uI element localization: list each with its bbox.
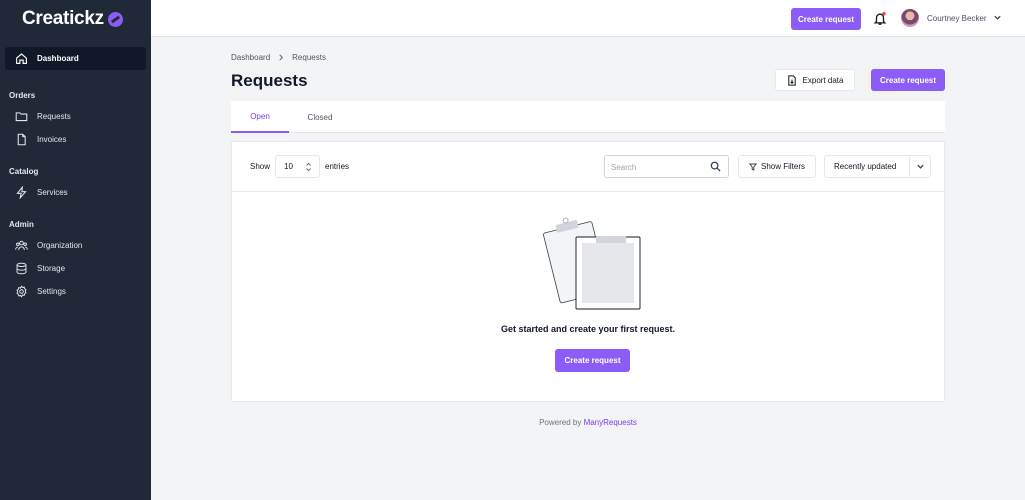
search-icon[interactable] [710,161,721,172]
brand-name: Creatickz [22,7,104,29]
sidebar-section-orders: Orders [9,90,36,100]
topbar: Create request Courtney Becker [151,0,1025,37]
tab-open[interactable]: Open [231,101,289,133]
breadcrumb-item-requests[interactable]: Requests [292,53,326,62]
chevron-right-icon [279,54,284,61]
home-icon [16,53,27,64]
sidebar-item-label: Services [37,188,68,197]
search-input[interactable] [611,160,706,174]
sidebar-section-catalog: Catalog [9,166,39,176]
request-tabs: Open Closed [231,101,945,133]
sidebar-item-storage[interactable]: Storage [5,257,146,280]
updown-icon [306,162,311,172]
logo-mark-icon [107,11,123,27]
footer: Powered by ManyRequests [231,418,945,427]
sidebar-item-settings[interactable]: Settings [5,280,146,303]
sidebar-section-admin: Admin [9,219,34,229]
user-name[interactable]: Courtney Becker [927,14,987,23]
sidebar-item-dashboard[interactable]: Dashboard [5,47,146,70]
chevron-down-icon [916,164,924,169]
gear-icon [16,285,27,298]
requests-card: Show 10 entries Show Filters Recently up… [231,141,945,402]
export-data-label: Export data [802,75,844,85]
show-filters-button[interactable]: Show Filters [738,155,816,178]
brand-logo[interactable]: Creatickz [0,0,151,37]
topbar-create-request-button[interactable]: Create request [791,8,861,30]
search-box [604,155,729,178]
sidebar-item-requests[interactable]: Requests [5,105,146,128]
chevron-down-icon[interactable] [993,13,1002,22]
entries-select[interactable]: 10 [275,155,320,178]
breadcrumb-item-dashboard[interactable]: Dashboard [231,53,270,62]
sidebar-item-label: Dashboard [37,54,79,63]
show-label: Show [250,162,271,171]
folder-icon [15,112,28,122]
sidebar-item-label: Storage [37,264,66,273]
sidebar-item-label: Settings [37,287,66,296]
sidebar-item-label: Invoices [37,135,67,144]
footer-prefix: Powered by [539,418,582,427]
users-icon [15,240,28,251]
export-data-button[interactable]: Export data [775,69,855,91]
sidebar-item-invoices[interactable]: Invoices [5,128,146,151]
sort-chevron[interactable] [909,156,930,177]
sidebar: Creatickz Dashboard Orders Requests Invo… [0,0,151,500]
document-icon [17,133,26,146]
bolt-icon [16,186,27,199]
table-toolbar: Show 10 entries Show Filters Recently up… [232,142,944,192]
breadcrumb: Dashboard Requests [231,53,326,62]
database-icon [16,262,27,275]
empty-state-create-request-button[interactable]: Create request [555,349,630,372]
export-icon [787,74,796,86]
page-title: Requests [231,71,308,90]
sidebar-item-label: Requests [37,112,71,121]
footer-link[interactable]: ManyRequests [584,418,637,427]
entries-value: 10 [284,162,293,171]
sidebar-item-organization[interactable]: Organization [5,234,146,257]
filter-icon [748,163,757,171]
tab-closed[interactable]: Closed [289,101,351,133]
entries-label: entries [325,162,350,171]
avatar[interactable] [901,9,919,27]
show-filters-label: Show Filters [760,162,805,171]
sidebar-item-label: Organization [37,241,83,250]
header-create-request-button[interactable]: Create request [871,69,945,91]
empty-state-message: Get started and create your first reques… [500,324,676,334]
clipboard-illustration-icon [543,217,641,310]
sort-value: Recently updated [834,162,897,171]
bell-icon[interactable] [873,11,887,26]
sort-select[interactable]: Recently updated [824,155,931,178]
sidebar-item-services[interactable]: Services [5,181,146,204]
